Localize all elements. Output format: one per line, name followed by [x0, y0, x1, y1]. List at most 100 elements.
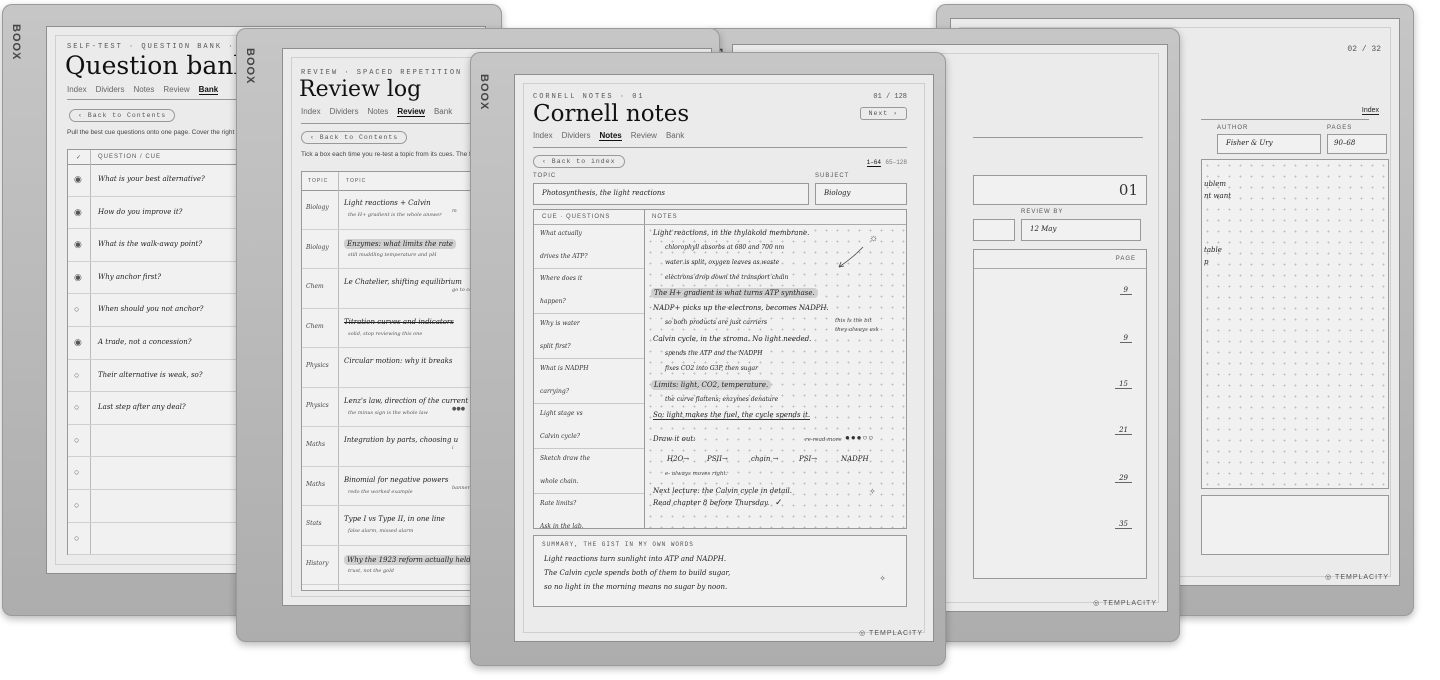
page-title: Cornell notes — [533, 101, 690, 127]
tab-review[interactable]: Review — [397, 107, 425, 117]
range-other[interactable]: 65–128 — [885, 159, 907, 166]
topic-note: false alarm, missed alarm — [348, 528, 414, 534]
templacity-logo: ◎ TEMPLACITY — [859, 630, 923, 637]
pages-table: PAGE 9 9 15 21 29 35 — [973, 249, 1147, 579]
index-tab[interactable]: Index — [1361, 107, 1379, 115]
topic-note: trust, not the gold — [348, 567, 394, 574]
cue-line: Why is water — [540, 320, 580, 327]
question-text: Why anchor first? — [98, 272, 161, 281]
author-field[interactable]: Fisher & Ury — [1217, 134, 1321, 154]
subject-label: SUBJECT — [815, 173, 850, 179]
pages-field[interactable]: 90–68 — [1327, 134, 1387, 154]
subject-cell: Biology — [306, 204, 329, 211]
boox-logo: BOOX — [478, 74, 490, 111]
back-to-index-button[interactable]: ‹ Back to index — [533, 155, 625, 168]
kicker: CORNELL NOTES · 01 — [533, 93, 645, 101]
tab-notes[interactable]: Notes — [599, 131, 622, 141]
screen: CORNELL NOTES · 01 01 / 128 Cornell note… — [514, 74, 934, 642]
next-button[interactable]: Next › — [859, 107, 907, 120]
empty-circle-icon[interactable]: ○ — [74, 500, 79, 510]
review-by-field[interactable]: 12 May — [1021, 219, 1141, 241]
bottom-box[interactable] — [1201, 495, 1389, 555]
empty-circle-icon[interactable]: ○ — [74, 402, 79, 412]
page-title: Review log — [299, 77, 422, 102]
boox-logo: BOOX — [244, 48, 256, 85]
tab-dividers[interactable]: Dividers — [330, 107, 359, 117]
empty-circle-icon[interactable]: ○ — [74, 370, 79, 380]
tab-bank[interactable]: Bank — [198, 85, 219, 95]
confidence-dots[interactable]: ●●●○○ — [845, 433, 874, 442]
subject-field[interactable]: Biology — [815, 183, 907, 205]
tab-notes[interactable]: Notes — [367, 107, 388, 117]
subject-cell: Chem — [306, 283, 324, 290]
tab-bank[interactable]: Bank — [666, 131, 684, 141]
tab-dividers[interactable]: Dividers — [96, 85, 125, 95]
page-title: Question bank — [65, 51, 249, 80]
notes-column[interactable]: Light reactions, in the thylakoid membra… — [645, 225, 906, 528]
topic-cell: Integration by parts, choosing u — [344, 436, 459, 444]
subject-cell: History — [306, 559, 329, 567]
topic-cell: Lenz's law, direction of the current — [344, 396, 469, 405]
topic-cell: Binomial for negative powers — [344, 475, 449, 484]
kicker: REVIEW · SPACED REPETITION · 01 — [301, 69, 494, 77]
empty-circle-icon[interactable]: ○ — [74, 435, 79, 445]
checked-circle-icon[interactable]: ◉ — [74, 207, 82, 218]
subject-cell: Biology — [306, 243, 329, 251]
empty-circle-icon[interactable]: ○ — [74, 304, 79, 314]
checked-circle-icon[interactable]: ◉ — [74, 174, 82, 185]
divider-number-box: 01 — [973, 175, 1147, 205]
tab-index[interactable]: Index — [533, 131, 553, 141]
tab-bar: Index Dividers Notes Review Bank — [533, 131, 684, 141]
topic-note: the H+ gradient is the whole answer — [348, 212, 442, 218]
topic-cell: Why the 1923 reform actually held — [344, 554, 474, 565]
notes-area[interactable]: ublem nt want table p — [1201, 159, 1389, 489]
topic-note: the minus sign is the whole law — [348, 409, 428, 416]
cornell-grid: CUE · QUESTIONS NOTES What actually drive… — [533, 209, 907, 539]
cue-line: split first? — [534, 337, 644, 359]
cue-line: whole chain. — [534, 472, 644, 494]
tab-bar: Index Dividers Notes Review Bank — [67, 85, 219, 95]
tab-review[interactable]: Review — [163, 85, 189, 95]
topic-field[interactable]: Photosynthesis, the light reactions — [533, 183, 809, 205]
cue-line: Rate limits? — [540, 500, 577, 507]
topic-note: redo the worked example — [348, 488, 413, 495]
cue-line: happen? — [534, 292, 644, 314]
cue-line: Calvin cycle? — [534, 427, 644, 449]
summary-box[interactable]: SUMMARY, THE GIST IN MY OWN WORDS Light … — [533, 535, 907, 607]
back-to-contents-button[interactable]: ‹ Back to Contents — [69, 109, 176, 122]
subject-cell: Physics — [306, 401, 329, 409]
pages-label: PAGES — [1327, 125, 1353, 131]
checked-circle-icon[interactable]: ◉ — [74, 239, 82, 250]
tab-index[interactable]: Index — [67, 85, 87, 95]
tab-review[interactable]: Review — [631, 131, 657, 141]
tab-index[interactable]: Index — [301, 107, 321, 117]
arrow-icon — [838, 246, 864, 268]
tab-bank[interactable]: Bank — [434, 107, 452, 117]
checked-circle-icon[interactable]: ◉ — [74, 337, 82, 348]
subject-cell: Stats — [306, 520, 322, 527]
templacity-logo: ◎ TEMPLACITY — [1093, 600, 1157, 607]
side-mark: m — [452, 208, 457, 214]
tab-bar: Index Dividers Notes Review Bank — [301, 107, 452, 117]
boox-logo: BOOX — [10, 24, 22, 61]
empty-circle-icon[interactable]: ○ — [74, 533, 79, 543]
cue-column[interactable]: What actually drives the ATP? Where does i… — [534, 224, 644, 539]
tab-notes[interactable]: Notes — [133, 85, 154, 95]
topic-note: still muddling temperature and pH — [348, 251, 437, 258]
field-left[interactable] — [973, 219, 1015, 241]
question-text: Their alternative is weak, so? — [98, 370, 203, 379]
back-to-contents-button[interactable]: ‹ Back to Contents — [301, 131, 408, 144]
sparkle-icon: ✧ — [879, 574, 886, 583]
range-active[interactable]: 1–64 — [866, 159, 881, 167]
checked-circle-icon[interactable]: ◉ — [74, 272, 82, 283]
cue-line: Sketch draw the — [540, 455, 590, 462]
topic-cell: Circular motion: why it breaks — [344, 357, 453, 365]
empty-circle-icon[interactable]: ○ — [74, 467, 79, 477]
page-number: 02 / 32 — [1347, 45, 1381, 54]
subject-cell: Chem — [306, 322, 324, 330]
tab-dividers[interactable]: Dividers — [562, 131, 591, 141]
sparkle-icon: ✧ — [869, 487, 876, 496]
cue-line: Light stage vs — [540, 410, 583, 417]
question-text: When should you not anchor? — [98, 305, 204, 314]
cue-line: What actually — [540, 230, 582, 237]
